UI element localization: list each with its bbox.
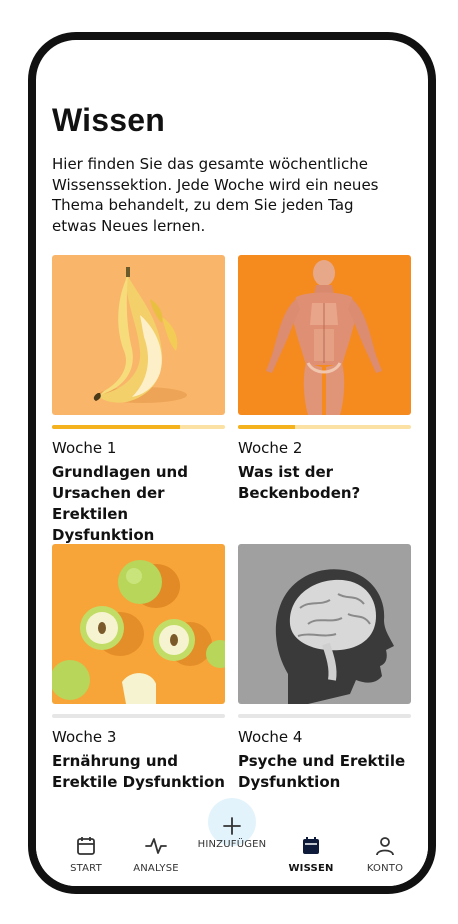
anatomy-image bbox=[238, 255, 411, 415]
user-icon bbox=[376, 837, 394, 856]
progress-fill bbox=[238, 425, 296, 429]
week-label: Woche 3 bbox=[52, 728, 117, 746]
progress-fill bbox=[52, 425, 181, 429]
nav-label: KONTO bbox=[366, 863, 404, 874]
progress-bar bbox=[238, 425, 411, 429]
page-title: Wissen bbox=[52, 102, 165, 138]
nav-label: START bbox=[70, 863, 102, 874]
week-card-1[interactable]: Woche 1 Grundlagen und Ursachen der Erek… bbox=[52, 255, 225, 546]
page-intro: Hier finden Sie das gesamte wöchentliche… bbox=[52, 155, 379, 235]
knowledge-screen: Wissen Hier finden Sie das gesamte wöche… bbox=[36, 40, 428, 886]
nav-analyse[interactable]: ANALYSE bbox=[121, 834, 191, 874]
nav-label: HINZUFÜGEN bbox=[197, 839, 267, 850]
nav-start[interactable]: START bbox=[51, 834, 121, 874]
phone-frame: Wissen Hier finden Sie das gesamte wöche… bbox=[28, 32, 436, 894]
progress-bar bbox=[52, 425, 225, 429]
week-card-2[interactable]: Woche 2 Was ist der Beckenboden? bbox=[238, 255, 411, 504]
bottom-nav: START ANALYSE HINZUFÜGEN WISSEN KONTO bbox=[36, 798, 428, 886]
week-title: Grundlagen und Ursachen der Erektilen Dy… bbox=[52, 463, 188, 544]
apples-image bbox=[52, 544, 225, 704]
plus-icon bbox=[223, 817, 241, 835]
brain-xray-image bbox=[238, 544, 411, 704]
week-title: Psyche und Erektile Dysfunktion bbox=[238, 752, 406, 791]
calendar-filled-icon bbox=[303, 837, 319, 854]
week-label: Woche 1 bbox=[52, 439, 117, 457]
nav-add[interactable]: HINZUFÜGEN bbox=[197, 817, 267, 874]
nav-label: WISSEN bbox=[288, 863, 334, 874]
week-label: Woche 2 bbox=[238, 439, 303, 457]
week-card-4[interactable]: Woche 4 Psyche und Erektile Dysfunktion bbox=[238, 544, 411, 793]
nav-label: ANALYSE bbox=[133, 863, 179, 874]
week-title: Was ist der Beckenboden? bbox=[238, 463, 361, 502]
week-card-3[interactable]: Woche 3 Ernährung und Erektile Dysfunkti… bbox=[52, 544, 225, 793]
progress-bar bbox=[238, 714, 411, 718]
nav-wissen[interactable]: WISSEN bbox=[276, 834, 346, 874]
calendar-icon bbox=[77, 837, 95, 855]
week-label: Woche 4 bbox=[238, 728, 303, 746]
progress-bar bbox=[52, 714, 225, 718]
banana-image bbox=[52, 255, 225, 415]
activity-icon bbox=[145, 838, 167, 854]
week-title: Ernährung und Erektile Dysfunktion bbox=[52, 752, 225, 791]
nav-konto[interactable]: KONTO bbox=[350, 834, 420, 874]
